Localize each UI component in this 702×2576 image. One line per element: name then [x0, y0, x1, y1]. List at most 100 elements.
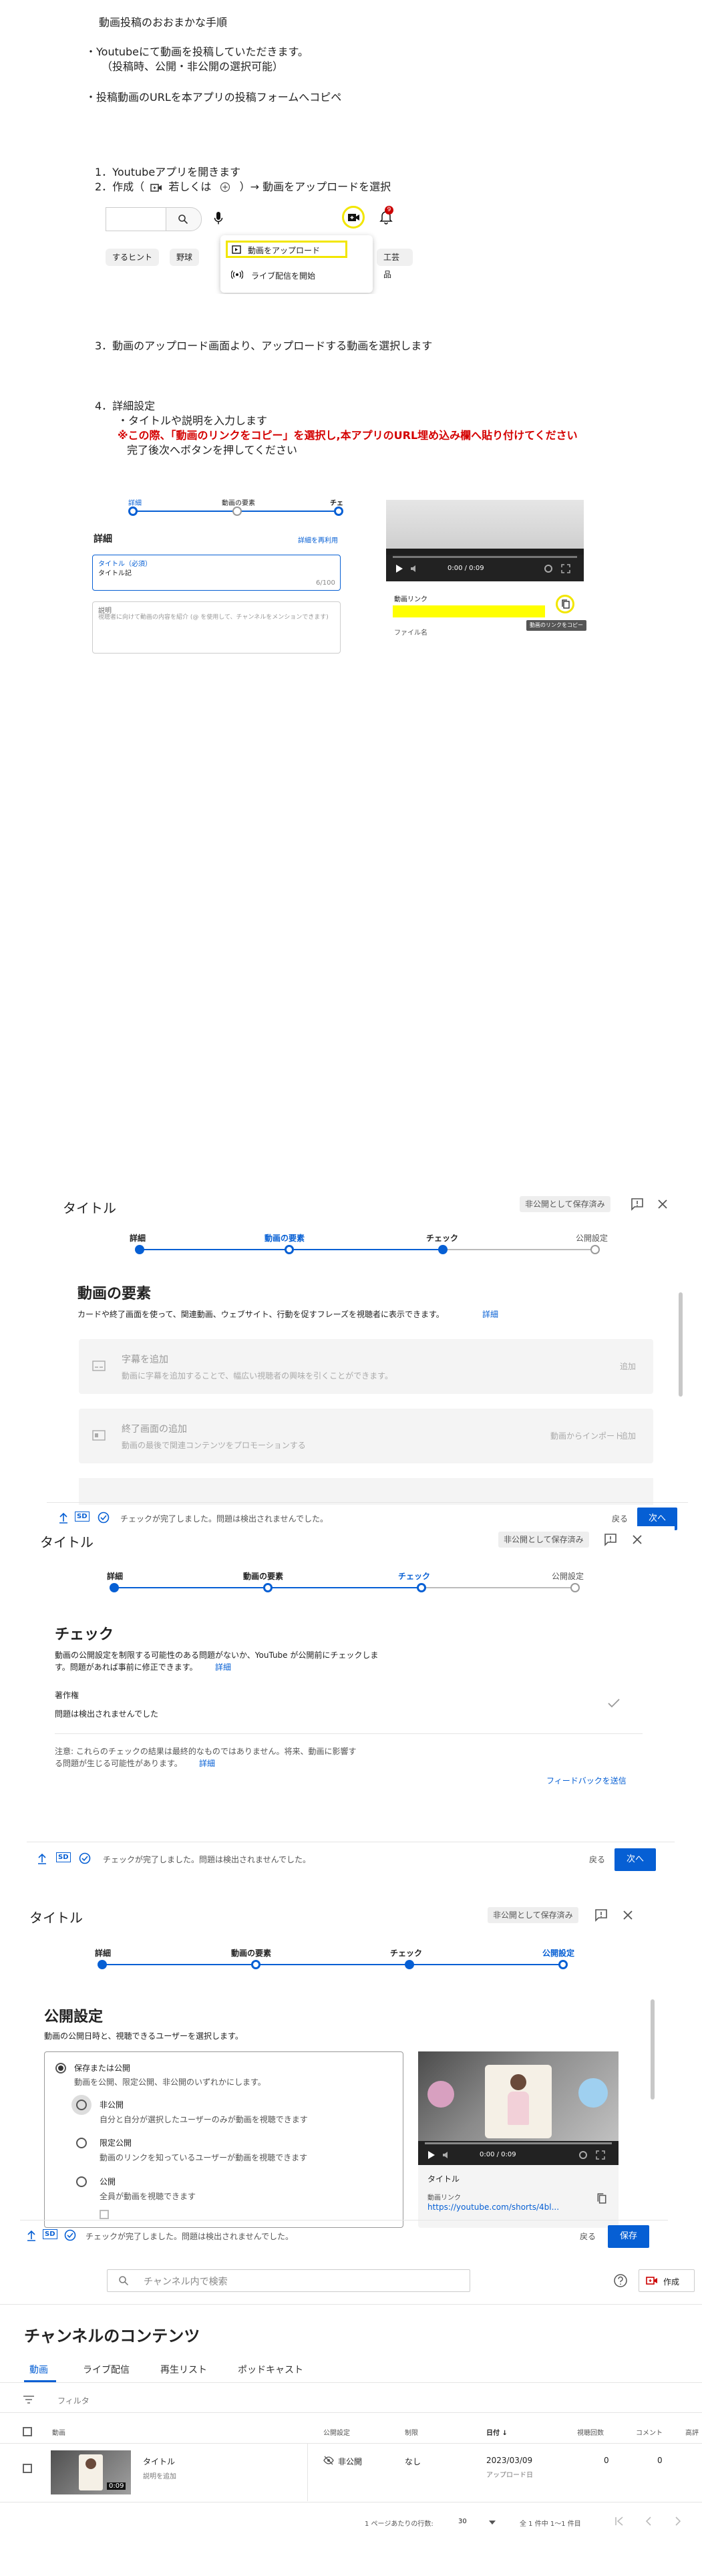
step-dot-3[interactable]	[417, 1583, 426, 1592]
col-comments[interactable]: コメント	[636, 2427, 663, 2437]
radio-public[interactable]	[76, 2176, 87, 2187]
volume-icon[interactable]	[410, 564, 419, 573]
menu-item-live[interactable]: ライブ配信を開始	[251, 270, 315, 281]
footer-status: チェックが完了しました。問題は検出されませんでした。	[103, 1855, 311, 1864]
step-dot-1[interactable]	[135, 1245, 144, 1254]
end-screen-import-button[interactable]: 動画からインポート	[550, 1430, 623, 1441]
create-button[interactable]	[342, 206, 365, 229]
scrollbar[interactable]	[679, 1292, 683, 1397]
filter-input[interactable]: フィルタ	[57, 2395, 90, 2406]
chevron-down-icon[interactable]	[489, 2521, 496, 2525]
tab-podcasts[interactable]: ポッドキャスト	[238, 2363, 303, 2376]
menu-item-upload[interactable]: 動画をアップロード	[226, 241, 347, 258]
premiere-checkbox[interactable]	[100, 2210, 109, 2219]
preview-video[interactable]: 0:00 / 0:09	[418, 2051, 619, 2165]
first-page-icon[interactable]	[615, 2517, 624, 2526]
row-title[interactable]: タイトル	[143, 2456, 175, 2467]
chip-baseball[interactable]: 野球	[170, 249, 200, 266]
select-all-checkbox[interactable]	[23, 2427, 32, 2436]
row-visibility[interactable]: 非公開	[338, 2456, 362, 2467]
help-icon[interactable]	[613, 2273, 628, 2288]
subtitles-add-button[interactable]: 追加	[620, 1361, 636, 1372]
section-detail-link[interactable]: 詳細	[482, 1308, 498, 1320]
radio-save-publish[interactable]	[55, 2063, 66, 2073]
close-icon[interactable]	[632, 1534, 643, 1545]
col-date[interactable]: 日付 ↓	[486, 2427, 508, 2437]
step-dot-1[interactable]	[110, 1583, 119, 1592]
save-button[interactable]: 保存	[608, 2225, 649, 2248]
section-detail-link[interactable]: 詳細	[215, 1661, 231, 1673]
scrollbar[interactable]	[651, 1999, 655, 2100]
volume-icon[interactable]	[442, 2150, 452, 2160]
checkmark-icon	[608, 1699, 620, 1708]
radio-unlisted[interactable]	[76, 2138, 87, 2148]
fullscreen-icon[interactable]	[596, 2150, 605, 2160]
video-preview[interactable]: 0:00 / 0:09	[386, 500, 584, 581]
send-feedback-link[interactable]: フィードバックを送信	[546, 1775, 627, 1786]
title-field[interactable]: タイトル（必須） タイトル記 6/100	[92, 555, 341, 591]
step-dot-2[interactable]	[251, 1960, 260, 1969]
end-screen-add-button[interactable]: 追加	[620, 1430, 636, 1441]
chip-hint[interactable]: するヒント	[106, 249, 160, 266]
end-screen-desc: 動画の最後で関連コンテンツをプロモーションする	[122, 1441, 306, 1450]
mic-icon[interactable]	[214, 211, 223, 226]
back-button[interactable]: 戻る	[612, 1513, 628, 1524]
filter-icon[interactable]	[23, 2395, 35, 2404]
video-link-url[interactable]: https://youtube.com/shorts/4bl...	[427, 2202, 559, 2212]
step-dot-4[interactable]	[590, 1245, 600, 1254]
row-description[interactable]: 説明を追加	[143, 2470, 176, 2480]
feedback-icon[interactable]	[631, 1197, 644, 1211]
close-icon[interactable]	[623, 1910, 633, 1920]
description-field[interactable]: 説明 視聴者に向けて動画の内容を紹介 (@ を使用して、チャンネルをメンションで…	[92, 601, 341, 654]
tab-live[interactable]: ライブ配信	[83, 2363, 130, 2376]
feedback-icon[interactable]	[604, 1533, 617, 1546]
prev-page-icon[interactable]	[645, 2517, 652, 2526]
create-button[interactable]: 作成	[639, 2269, 695, 2292]
row-thumbnail[interactable]: 0:09	[51, 2450, 131, 2494]
back-button[interactable]: 戻る	[580, 2231, 596, 2242]
unlisted-desc: 動画のリンクを知っているユーザーが動画を視聴できます	[100, 2153, 308, 2162]
row-checkbox[interactable]	[23, 2464, 32, 2473]
col-views[interactable]: 視聴回数	[577, 2427, 604, 2437]
copy-icon[interactable]	[597, 2193, 606, 2204]
note-detail-link[interactable]: 詳細	[199, 1757, 215, 1769]
step-dot-2[interactable]	[263, 1583, 273, 1592]
fullscreen-icon[interactable]	[561, 564, 570, 573]
search-box[interactable]	[106, 207, 166, 231]
chip-craft[interactable]: 工芸品	[377, 249, 413, 279]
step-4-b: 完了後次へボタンを押してください	[127, 444, 298, 456]
tab-playlists[interactable]: 再生リスト	[160, 2363, 207, 2376]
radio-private[interactable]	[76, 2100, 87, 2110]
back-button[interactable]: 戻る	[589, 1854, 605, 1865]
end-screen-card: 終了画面の追加 動画の最後で関連コンテンツをプロモーションする 動画からインポー…	[79, 1409, 653, 1463]
check-circle-icon	[64, 2229, 76, 2241]
step-dot-1[interactable]	[98, 1960, 107, 1969]
step-dot-3[interactable]	[405, 1960, 414, 1969]
tab-videos[interactable]: 動画	[29, 2363, 48, 2376]
search-button[interactable]	[166, 207, 202, 231]
next-page-icon[interactable]	[675, 2517, 681, 2526]
close-icon[interactable]	[657, 1199, 668, 1209]
reuse-details-link[interactable]: 詳細を再利用	[298, 535, 338, 545]
feedback-icon[interactable]	[594, 1908, 608, 1922]
channel-search-input[interactable]: チャンネル内で検索	[107, 2269, 470, 2292]
play-icon[interactable]	[395, 564, 403, 573]
rows-per-page-select[interactable]: 30	[458, 2518, 467, 2525]
file-name-label: ファイル名	[394, 629, 427, 637]
settings-icon[interactable]	[544, 564, 553, 573]
copy-link-button[interactable]	[556, 595, 574, 613]
table-row[interactable]: 0:09 タイトル 説明を追加 非公開 なし 2023/03/09 アップロード…	[0, 2444, 702, 2501]
step-dot-4[interactable]	[570, 1583, 580, 1592]
channel-content-screenshot: チャンネル内で検索 作成 チャンネルのコンテンツ 動画 ライブ配信 再生リスト …	[0, 2264, 702, 2545]
video-link-highlight[interactable]	[393, 605, 545, 617]
step-label-details: 詳細	[107, 1572, 124, 1581]
sd-badge: SD	[43, 2229, 57, 2239]
step-dot-2[interactable]	[285, 1245, 294, 1254]
play-icon[interactable]	[427, 2150, 435, 2160]
settings-icon[interactable]	[578, 2150, 588, 2160]
next-button[interactable]: 次へ	[615, 1848, 656, 1871]
col-rating[interactable]: 高評	[685, 2427, 699, 2437]
step-dot-4[interactable]	[558, 1960, 568, 1969]
step-dot-3[interactable]	[438, 1245, 448, 1254]
step-2-prefix: 2．作成（	[95, 180, 145, 193]
